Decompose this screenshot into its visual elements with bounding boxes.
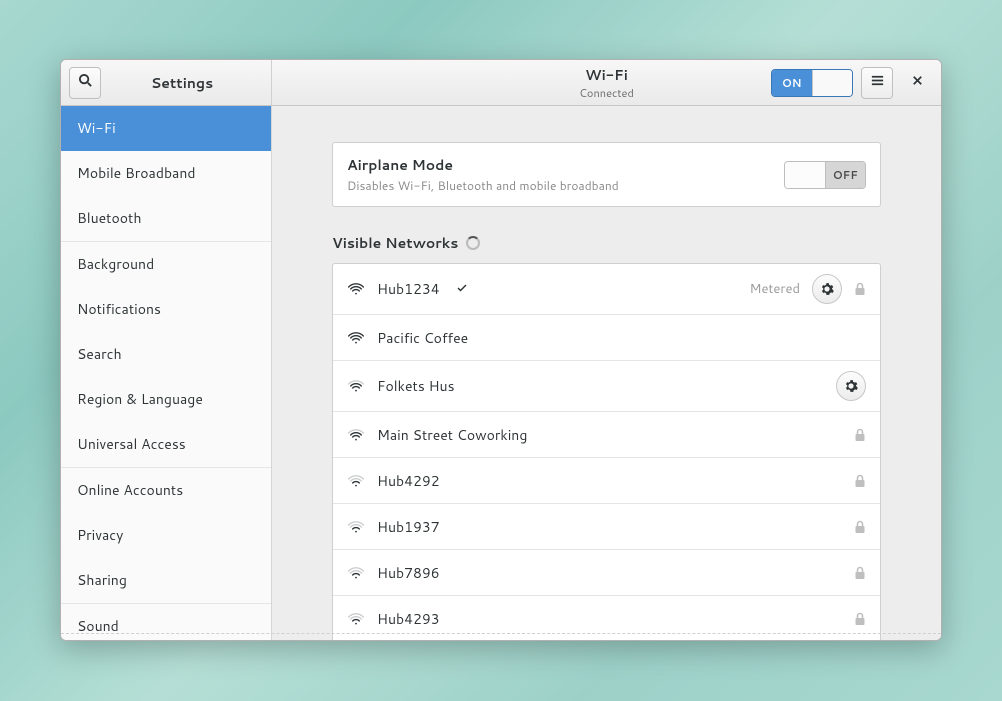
hamburger-menu-button[interactable]	[861, 67, 893, 99]
wifi-signal-icon	[347, 520, 365, 534]
network-settings-button[interactable]	[836, 371, 866, 401]
sidebar-item-label: Mobile Broadband	[77, 163, 196, 183]
visible-networks-label: Visible Networks	[332, 233, 458, 253]
wifi-signal-icon	[347, 379, 365, 393]
network-name: Hub1234	[377, 279, 440, 299]
headerbar-left: Settings	[61, 60, 272, 105]
airplane-toggle-handle	[785, 162, 825, 188]
network-row[interactable]: Hub4293	[333, 595, 880, 640]
sidebar-item-wi-fi[interactable]: Wi-Fi	[61, 106, 271, 151]
sidebar-item-notifications[interactable]: Notifications	[61, 287, 271, 332]
airplane-mode-row: Airplane Mode Disables Wi-Fi, Bluetooth …	[333, 143, 880, 206]
network-row[interactable]: Hub4292	[333, 457, 880, 503]
search-icon	[78, 73, 93, 93]
header-actions: ON	[771, 67, 933, 99]
sidebar-item-label: Sharing	[77, 570, 127, 590]
sidebar-item-label: Bluetooth	[77, 208, 141, 228]
window-body: Wi-Fi Mobile Broadband Bluetooth Background…	[61, 106, 941, 640]
settings-title: Settings	[101, 73, 263, 93]
main-content: Airplane Mode Disables Wi-Fi, Bluetooth …	[272, 106, 941, 640]
sidebar-item-label: Region & Language	[77, 389, 203, 409]
network-settings-button[interactable]	[812, 274, 842, 304]
wifi-signal-icon	[347, 474, 365, 488]
network-name: Hub4293	[377, 609, 440, 629]
network-name: Hub4292	[377, 471, 440, 491]
network-row[interactable]: Folkets Hus	[333, 360, 880, 411]
airplane-mode-title: Airplane Mode	[347, 155, 784, 175]
hamburger-icon	[870, 73, 885, 93]
wifi-signal-icon	[347, 612, 365, 626]
page-subtitle: Connected	[579, 85, 634, 101]
lock-icon	[854, 520, 866, 534]
sidebar-item-region-language[interactable]: Region & Language	[61, 377, 271, 422]
headerbar: Settings Wi-Fi Connected ON	[61, 60, 941, 106]
close-icon	[910, 73, 925, 93]
network-name: Hub7896	[377, 563, 440, 583]
wifi-signal-icon	[347, 331, 365, 345]
sidebar-item-background[interactable]: Background	[61, 242, 271, 287]
settings-window: Settings Wi-Fi Connected ON	[60, 59, 942, 641]
sidebar-item-search[interactable]: Search	[61, 332, 271, 377]
wifi-toggle[interactable]: ON	[771, 69, 853, 97]
sidebar-item-label: Search	[77, 344, 122, 364]
lock-icon	[854, 566, 866, 580]
network-row[interactable]: Main Street Coworking	[333, 411, 880, 457]
sidebar-item-sharing[interactable]: Sharing	[61, 558, 271, 603]
airplane-toggle-off-label: OFF	[825, 162, 866, 188]
network-name: Hub1937	[377, 517, 440, 537]
network-name: Pacific Coffee	[377, 328, 468, 348]
lock-icon	[854, 474, 866, 488]
network-row[interactable]: Hub7896	[333, 549, 880, 595]
network-row[interactable]: Hub1234 Metered	[333, 264, 880, 314]
airplane-mode-panel: Airplane Mode Disables Wi-Fi, Bluetooth …	[332, 142, 881, 207]
airplane-mode-subtitle: Disables Wi-Fi, Bluetooth and mobile bro…	[347, 177, 784, 194]
network-row[interactable]: Hub1937	[333, 503, 880, 549]
airplane-mode-toggle[interactable]: OFF	[784, 161, 866, 189]
sidebar-item-label: Wi-Fi	[77, 118, 116, 138]
lock-icon	[854, 428, 866, 442]
network-name: Main Street Coworking	[377, 425, 527, 445]
connected-check-icon	[456, 279, 468, 299]
sidebar-item-label: Universal Access	[77, 434, 186, 454]
page-title: Wi-Fi	[585, 65, 628, 85]
wifi-signal-icon	[347, 566, 365, 580]
network-row[interactable]: Pacific Coffee	[333, 314, 880, 360]
sidebar-item-label: Background	[77, 254, 154, 274]
headerbar-right: Wi-Fi Connected ON	[272, 60, 941, 105]
sidebar-item-label: Privacy	[77, 525, 123, 545]
sidebar-item-sound[interactable]: Sound	[61, 604, 271, 640]
sidebar-item-mobile-broadband[interactable]: Mobile Broadband	[61, 151, 271, 196]
search-button[interactable]	[69, 67, 101, 99]
spinner-icon	[466, 236, 480, 250]
network-list: Hub1234 Metered Pacific Coffee Folkets Hus M…	[332, 263, 881, 640]
sidebar-item-online-accounts[interactable]: Online Accounts	[61, 468, 271, 513]
metered-label: Metered	[750, 280, 801, 298]
sidebar[interactable]: Wi-Fi Mobile Broadband Bluetooth Background…	[61, 106, 272, 640]
sidebar-item-label: Notifications	[77, 299, 161, 319]
lock-icon	[854, 612, 866, 626]
visible-networks-header: Visible Networks	[332, 233, 881, 253]
airplane-mode-text: Airplane Mode Disables Wi-Fi, Bluetooth …	[347, 155, 784, 194]
wifi-signal-icon	[347, 282, 365, 296]
wifi-signal-icon	[347, 428, 365, 442]
sidebar-item-privacy[interactable]: Privacy	[61, 513, 271, 558]
sidebar-item-bluetooth[interactable]: Bluetooth	[61, 196, 271, 241]
network-name: Folkets Hus	[377, 376, 455, 396]
sidebar-item-label: Online Accounts	[77, 480, 183, 500]
wifi-toggle-handle	[812, 70, 853, 96]
sidebar-item-universal-access[interactable]: Universal Access	[61, 422, 271, 467]
wifi-toggle-on-label: ON	[772, 70, 812, 96]
close-window-button[interactable]	[901, 67, 933, 99]
lock-icon	[854, 282, 866, 296]
sidebar-item-label: Sound	[77, 616, 119, 636]
